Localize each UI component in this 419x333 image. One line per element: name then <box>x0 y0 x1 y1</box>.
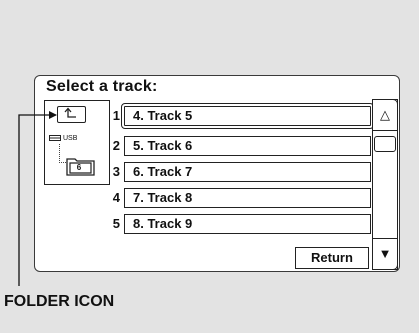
folder-number: 6 <box>76 163 82 172</box>
scroll-thumb[interactable] <box>374 136 396 152</box>
scroll-up-icon[interactable]: △ <box>372 99 398 131</box>
track-row-number: 5 <box>112 216 120 231</box>
track-row-number: 2 <box>112 138 120 153</box>
usb-drive-icon <box>49 135 61 141</box>
track-row-number: 3 <box>112 164 120 179</box>
folder-icon-callout: FOLDER ICON <box>4 293 115 310</box>
track-row[interactable]: 6. Track 7 <box>124 162 371 182</box>
scroll-down-icon[interactable]: ▼ <box>372 238 398 270</box>
return-button[interactable]: Return <box>295 247 369 269</box>
track-row-number: 1 <box>112 108 120 123</box>
usb-device-row: USB <box>49 132 77 144</box>
track-row-number: 4 <box>112 190 120 205</box>
track-row[interactable]: 5. Track 6 <box>124 136 371 156</box>
usb-label: USB <box>63 134 78 142</box>
track-row[interactable]: 7. Track 8 <box>124 188 371 208</box>
track-row[interactable]: 4. Track 5 <box>121 103 374 129</box>
folder-up-icon[interactable] <box>57 106 86 123</box>
track-row[interactable]: 8. Track 9 <box>124 214 371 234</box>
screen-title: Select a track: <box>46 78 158 95</box>
